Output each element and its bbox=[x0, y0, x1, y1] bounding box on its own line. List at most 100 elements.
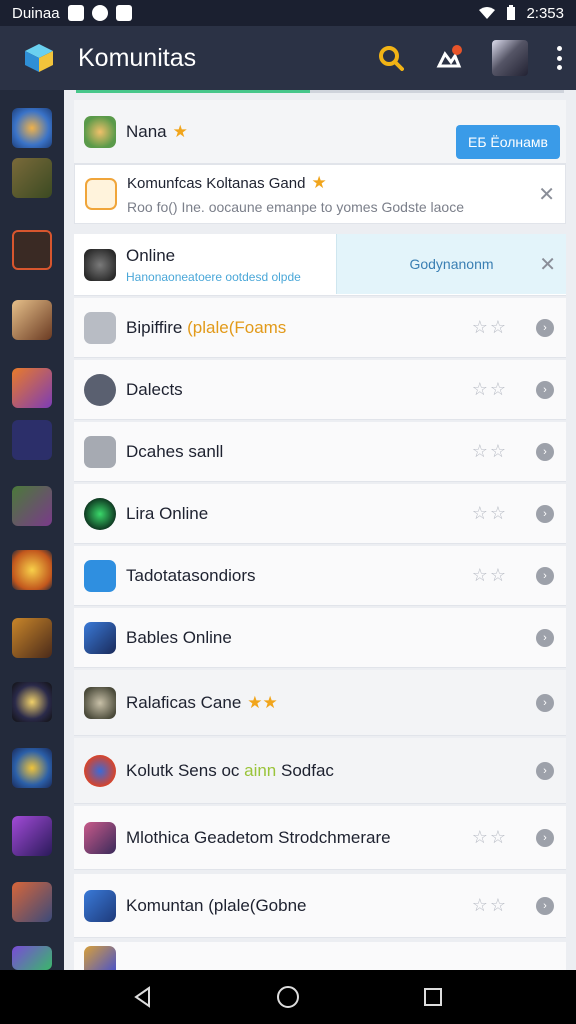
row-title-tail: Sodfac bbox=[276, 760, 334, 780]
back-icon[interactable] bbox=[128, 982, 158, 1012]
recents-icon[interactable] bbox=[418, 982, 448, 1012]
chevron-go-icon[interactable]: › bbox=[536, 628, 554, 647]
rating-stars[interactable]: ☆☆ bbox=[472, 827, 508, 848]
row-title: Dalects bbox=[126, 379, 183, 399]
game-icon bbox=[84, 497, 116, 530]
row-title: Tadotatasondiors bbox=[126, 565, 256, 585]
sidebar-game-icon[interactable] bbox=[12, 618, 52, 658]
primary-button[interactable]: ЕБ Ёолнамв bbox=[456, 125, 560, 159]
list-item[interactable]: Komuntan (plale(Gobne ☆☆ › bbox=[74, 874, 566, 938]
sidebar-game-icon[interactable] bbox=[12, 230, 52, 270]
list-item-partial[interactable] bbox=[74, 942, 566, 970]
community-icon bbox=[85, 178, 117, 210]
game-icon bbox=[84, 435, 116, 468]
chevron-go-icon[interactable]: › bbox=[536, 693, 554, 712]
action-button-label: Godynanonm bbox=[409, 256, 494, 272]
progress-bar bbox=[76, 90, 564, 93]
list-item[interactable]: Dcahes sanll ☆☆ › bbox=[74, 422, 566, 482]
list-item[interactable]: Lira Online ☆☆ › bbox=[74, 484, 566, 544]
list-item[interactable]: Ralaficas Cane ★★ › bbox=[74, 670, 566, 736]
sidebar-game-icon[interactable] bbox=[12, 108, 52, 148]
list-item[interactable]: Tadotatasondiors ☆☆ › bbox=[74, 546, 566, 606]
notification-bell-icon[interactable] bbox=[434, 43, 464, 73]
app-bar: Komunitas bbox=[0, 26, 576, 90]
search-icon[interactable] bbox=[376, 43, 406, 73]
chevron-go-icon[interactable]: › bbox=[536, 566, 554, 585]
game-icon bbox=[84, 311, 116, 344]
sidebar-game-icon[interactable] bbox=[12, 748, 52, 788]
rating-stars[interactable]: ☆☆ bbox=[472, 379, 508, 400]
more-menu-icon[interactable] bbox=[556, 46, 562, 70]
list-item-featured[interactable]: Komunfcas Koltanas Gand ★ Roo fo() Ine. o… bbox=[74, 164, 566, 224]
battery-icon bbox=[507, 5, 516, 20]
list-item[interactable]: Bables Online › bbox=[74, 608, 566, 668]
status-bar: Duinaa 2:353 bbox=[0, 0, 576, 26]
star-icon: ★★ bbox=[247, 692, 278, 712]
list-item[interactable]: Kolutk Sens oc ainn Sodfac › bbox=[74, 738, 566, 804]
star-icon: ★ bbox=[311, 173, 327, 192]
app-logo-icon[interactable] bbox=[22, 41, 56, 75]
row-title-highlight: ainn bbox=[244, 760, 277, 780]
list-item[interactable]: Mlothica Geadetom Strodchmerare ☆☆ › bbox=[74, 806, 566, 870]
sidebar-game-icon[interactable] bbox=[12, 816, 52, 856]
app-notification-icon bbox=[91, 5, 108, 21]
game-icon bbox=[84, 821, 116, 854]
chevron-go-icon[interactable]: › bbox=[536, 761, 554, 780]
rating-stars[interactable]: ☆☆ bbox=[472, 895, 508, 916]
page-title: Komunitas bbox=[78, 43, 197, 72]
sidebar-game-icon[interactable] bbox=[12, 550, 52, 590]
rating-stars[interactable]: ☆☆ bbox=[472, 441, 508, 462]
row-title: Lira Online bbox=[126, 503, 209, 523]
wifi-icon bbox=[479, 7, 496, 19]
status-time: 2:353 bbox=[526, 4, 564, 22]
game-icon bbox=[84, 621, 116, 654]
row-title: Komuntan (plale(Gobne bbox=[126, 895, 307, 915]
row-title-highlight: (plale(Foams bbox=[187, 317, 287, 337]
rating-stars[interactable]: ☆☆ bbox=[472, 565, 508, 586]
sidebar-game-icon[interactable] bbox=[12, 158, 52, 198]
game-icon bbox=[84, 889, 116, 922]
row-title: Online bbox=[126, 245, 176, 265]
sidebar-game-icon[interactable] bbox=[12, 946, 52, 970]
chevron-go-icon[interactable]: › bbox=[536, 504, 554, 523]
star-icon: ★ bbox=[172, 121, 188, 141]
close-icon[interactable]: ✕ bbox=[539, 252, 556, 277]
sidebar-game-icon[interactable] bbox=[12, 368, 52, 408]
sidebar-game-icon[interactable] bbox=[12, 420, 52, 460]
chevron-go-icon[interactable]: › bbox=[536, 896, 554, 915]
list-item-top[interactable]: Nana ★ ЕБ Ёолнамв bbox=[74, 100, 566, 164]
row-title: Ralaficas Cane bbox=[126, 692, 242, 712]
close-icon[interactable]: ✕ bbox=[538, 182, 555, 207]
action-button[interactable]: Godynanonm bbox=[336, 234, 566, 294]
row-title: Komunfcas Koltanas Gand bbox=[127, 175, 306, 192]
row-title: Bables Online bbox=[126, 627, 232, 647]
list-item[interactable]: Bipiffire (plale(Foams ☆☆ › bbox=[74, 298, 566, 358]
sidebar-game-icon[interactable] bbox=[12, 300, 52, 340]
row-title: Dcahes sanll bbox=[126, 441, 224, 461]
list-item[interactable]: Dalects ☆☆ › bbox=[74, 360, 566, 420]
game-icon bbox=[84, 373, 116, 406]
sidebar-game-icon[interactable] bbox=[12, 682, 52, 722]
game-icon bbox=[84, 754, 116, 787]
game-icon bbox=[84, 559, 116, 592]
status-left-text: Duinaa bbox=[12, 4, 60, 22]
sidebar bbox=[0, 90, 64, 970]
chevron-go-icon[interactable]: › bbox=[536, 442, 554, 461]
system-nav-bar bbox=[0, 970, 576, 1024]
sidebar-game-icon[interactable] bbox=[12, 486, 52, 526]
chevron-go-icon[interactable]: › bbox=[536, 828, 554, 847]
sidebar-game-icon[interactable] bbox=[12, 882, 52, 922]
row-subtitle: Hanonaoneatoere ootdesd olpde bbox=[126, 269, 301, 284]
row-title: Mlothica Geadetom Strodchmerare bbox=[126, 827, 391, 847]
chevron-go-icon[interactable]: › bbox=[536, 318, 554, 337]
list-item-online[interactable]: Online Hanonaoneatoere ootdesd olpde God… bbox=[74, 234, 566, 296]
main-content: Nana ★ ЕБ Ёолнамв Komunfcas Koltanas Gand… bbox=[64, 90, 576, 970]
notification-icon bbox=[67, 5, 84, 21]
chevron-go-icon[interactable]: › bbox=[536, 380, 554, 399]
avatar[interactable] bbox=[492, 40, 528, 76]
rating-stars[interactable]: ☆☆ bbox=[472, 317, 508, 338]
rating-stars[interactable]: ☆☆ bbox=[472, 503, 508, 524]
home-icon[interactable] bbox=[273, 982, 303, 1012]
game-icon bbox=[84, 945, 116, 970]
row-title: Nana bbox=[126, 121, 167, 141]
